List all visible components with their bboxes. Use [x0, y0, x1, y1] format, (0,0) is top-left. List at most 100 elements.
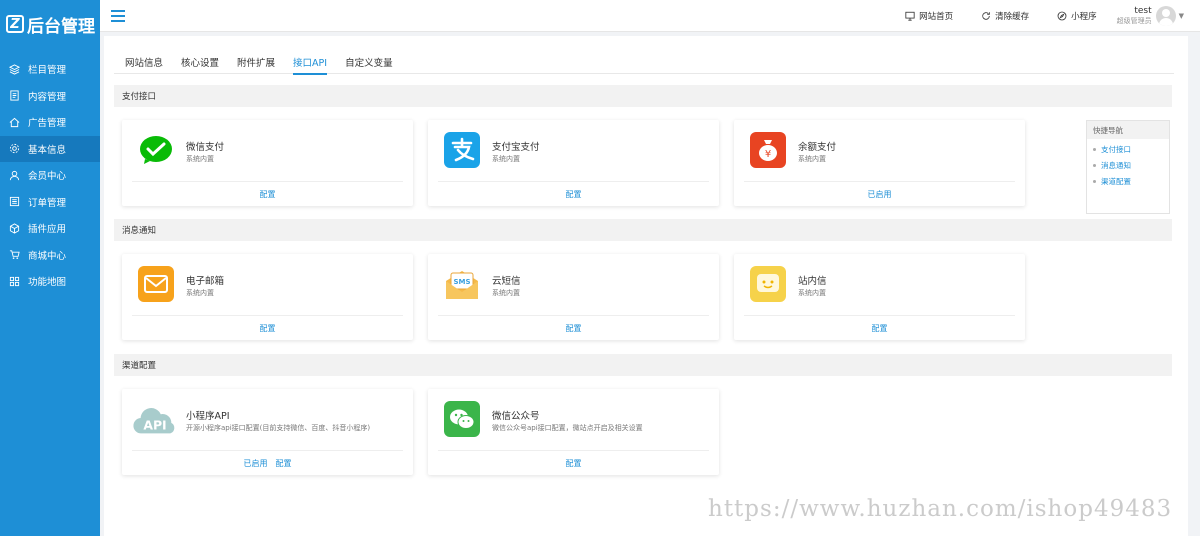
wechat-pay-icon [138, 132, 174, 168]
quick-nav-title: 快捷导航 [1087, 121, 1169, 139]
sidebar-item-mall-center[interactable]: 商城中心 [0, 242, 100, 269]
tab-site-info[interactable]: 网站信息 [125, 48, 163, 74]
quick-nav-item-notification[interactable]: 消息通知 [1087, 160, 1169, 171]
sidebar-item-label: 功能地图 [28, 277, 67, 289]
payment-card-wechat: 微信支付 系统内置 配置 [122, 120, 413, 206]
sidebar-item-label: 插件应用 [28, 224, 67, 236]
notify-card-site-message: 站内信 系统内置 配置 [734, 254, 1025, 340]
sidebar-item-basic-info[interactable]: 基本信息 [0, 135, 100, 162]
configure-button[interactable]: 配置 [566, 323, 582, 334]
sidebar-item-label: 栏目管理 [28, 65, 67, 77]
card-title: 微信公众号 [492, 411, 540, 422]
site-home-label: 网站首页 [919, 11, 954, 22]
configure-button[interactable]: 配置 [566, 189, 582, 200]
sidebar-item-label: 内容管理 [28, 91, 67, 103]
channel-card-mini-program: API 小程序API 开源小程序api接口配置(目前支持微信、百度、抖音小程序)… [122, 389, 413, 475]
channel-card-wechat-official: 微信公众号 微信公众号api接口配置，微站点开启及相关设置 配置 [428, 389, 719, 475]
user-name: test [1134, 5, 1152, 16]
sidebar-item-label: 商城中心 [28, 250, 67, 262]
message-icon [750, 266, 786, 302]
cloud-api-text: API [143, 418, 166, 433]
quick-nav-item-channel[interactable]: 渠道配置 [1087, 176, 1169, 187]
cart-icon [9, 249, 20, 260]
vertical-scrollbar[interactable] [1190, 36, 1194, 536]
quick-nav-item-payment[interactable]: 支付接口 [1087, 144, 1169, 155]
card-title: 微信支付 [186, 142, 225, 153]
sidebar-item-label: 订单管理 [28, 197, 67, 209]
clear-cache-link[interactable]: 清除缓存 [981, 10, 1029, 22]
compass-icon [1057, 11, 1067, 20]
tab-custom-variables[interactable]: 自定义变量 [345, 48, 393, 74]
wechat-icon [444, 401, 480, 437]
document-icon [9, 90, 20, 101]
enabled-status[interactable]: 已启用 [244, 458, 268, 469]
topbar: 网站首页 清除缓存 小程序 test 超级管理员 ▼ [100, 0, 1200, 32]
card-desc: 系统内置 [186, 289, 214, 297]
sidebar-item-label: 基本信息 [28, 144, 67, 156]
sms-icon: SMS [444, 266, 480, 302]
svg-text:SMS: SMS [453, 278, 470, 286]
menu-toggle-icon[interactable] [111, 9, 125, 22]
mini-program-link[interactable]: 小程序 [1057, 10, 1097, 22]
sidebar-item-order-management[interactable]: 订单管理 [0, 189, 100, 216]
gear-icon [9, 143, 20, 154]
sidebar-item-column-management[interactable]: 栏目管理 [0, 56, 100, 83]
user-menu[interactable]: test 超级管理员 ▼ [1117, 5, 1184, 26]
svg-text:¥: ¥ [765, 149, 771, 160]
sidebar-item-plugin-apps[interactable]: 插件应用 [0, 215, 100, 242]
sidebar: Z 后台管理 栏目管理 内容管理 广告管理 基本信息 会员中心 订单管理 插件应… [0, 0, 100, 536]
quick-nav-label: 消息通知 [1101, 161, 1131, 170]
card-title: 支付宝支付 [492, 142, 540, 153]
tab-core-settings[interactable]: 核心设置 [181, 48, 219, 74]
notify-card-sms: SMS 云短信 系统内置 配置 [428, 254, 719, 340]
sidebar-item-member-center[interactable]: 会员中心 [0, 162, 100, 189]
user-icon [9, 170, 20, 181]
avatar[interactable] [1155, 5, 1176, 26]
home-icon [9, 117, 20, 128]
payment-card-alipay: 支付宝支付 系统内置 配置 [428, 120, 719, 206]
card-desc: 系统内置 [186, 155, 214, 163]
logo-text: 后台管理 [27, 16, 95, 37]
tab-attachment-extension[interactable]: 附件扩展 [237, 48, 275, 74]
card-title: 电子邮箱 [186, 276, 225, 287]
email-icon [138, 266, 174, 302]
notify-card-email: 电子邮箱 系统内置 配置 [122, 254, 413, 340]
chevron-down-icon[interactable]: ▼ [1179, 12, 1184, 20]
grid-icon [9, 276, 20, 287]
sidebar-item-function-map[interactable]: 功能地图 [0, 268, 100, 295]
configure-button[interactable]: 配置 [276, 458, 292, 469]
card-title: 小程序API [186, 411, 230, 422]
configure-button[interactable]: 配置 [260, 323, 276, 334]
configure-button[interactable]: 配置 [260, 189, 276, 200]
configure-button[interactable]: 配置 [566, 458, 582, 469]
cube-icon [9, 223, 20, 234]
card-desc: 系统内置 [798, 289, 826, 297]
site-home-link[interactable]: 网站首页 [905, 10, 953, 22]
card-title: 站内信 [798, 276, 827, 287]
watermark-text: https://www.huzhan.com/ishop49483 [708, 496, 1173, 522]
settings-tabs: 网站信息 核心设置 附件扩展 接口API 自定义变量 [114, 48, 1174, 75]
balance-icon: ¥ [750, 132, 786, 168]
app-logo[interactable]: Z 后台管理 [0, 0, 100, 48]
sidebar-item-label: 会员中心 [28, 171, 67, 183]
sidebar-item-content-management[interactable]: 内容管理 [0, 83, 100, 110]
alipay-icon [444, 132, 480, 168]
section-header-notification: 消息通知 [114, 219, 1172, 241]
configure-button[interactable]: 配置 [872, 323, 888, 334]
card-desc: 开源小程序api接口配置(目前支持微信、百度、抖音小程序) [186, 424, 371, 432]
list-icon [9, 196, 20, 207]
quick-nav-label: 渠道配置 [1101, 177, 1131, 186]
quick-nav-label: 支付接口 [1101, 145, 1131, 154]
card-desc: 系统内置 [492, 289, 520, 297]
sidebar-item-ad-management[interactable]: 广告管理 [0, 109, 100, 136]
section-header-payment: 支付接口 [114, 85, 1172, 107]
quick-nav: 快捷导航 支付接口 消息通知 渠道配置 [1086, 120, 1170, 214]
payment-card-balance: ¥ 余额支付 系统内置 已启用 [734, 120, 1025, 206]
monitor-icon [905, 11, 915, 21]
user-role: 超级管理员 [1116, 16, 1152, 25]
tab-api[interactable]: 接口API [293, 48, 328, 75]
card-title: 余额支付 [798, 142, 837, 153]
clear-cache-label: 清除缓存 [995, 11, 1030, 22]
user-info: test 超级管理员 [1117, 6, 1152, 26]
enabled-status[interactable]: 已启用 [868, 189, 892, 200]
